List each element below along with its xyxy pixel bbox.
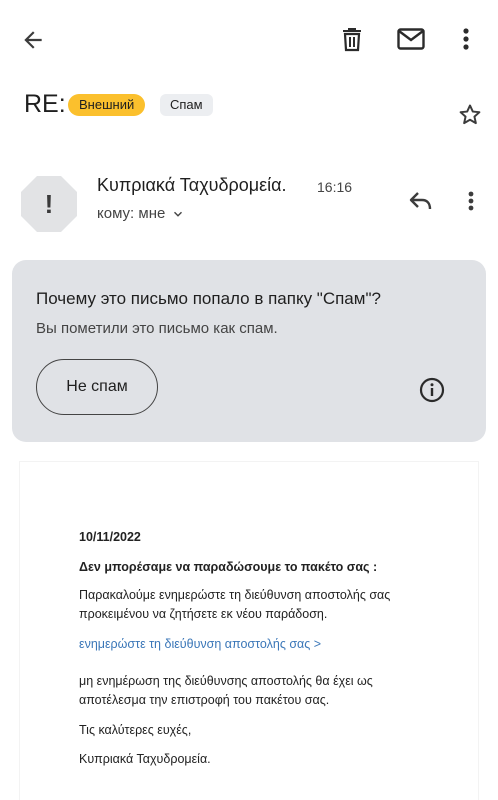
email-greeting: Τις καλύτερες ευχές, bbox=[79, 723, 192, 737]
subject-title: RE: bbox=[24, 90, 66, 118]
not-spam-button[interactable]: Не спам bbox=[36, 359, 158, 415]
email-signature: Κυπριακά Ταχυδρομεία. bbox=[79, 752, 211, 766]
chevron-down-icon bbox=[171, 207, 185, 221]
email-date: 10/11/2022 bbox=[79, 530, 141, 544]
more-vertical-icon[interactable] bbox=[452, 20, 480, 58]
email-paragraph: μη ενημέρωση της διεύθυνσης αποστολής θα… bbox=[79, 674, 373, 707]
mail-icon[interactable] bbox=[392, 20, 430, 58]
avatar-glyph: ! bbox=[45, 189, 54, 219]
arrow-back-icon[interactable] bbox=[14, 22, 52, 58]
email-paragraph: Παρακαλούμε ενημερώστε τη διεύθυνση αποσ… bbox=[79, 588, 391, 621]
star-outline-icon[interactable] bbox=[455, 100, 485, 130]
label-chip-external[interactable]: Внешний bbox=[68, 94, 146, 116]
sender-avatar[interactable]: ! bbox=[19, 174, 79, 234]
email-heading: Δεν μπορέσαμε να παραδώσουμε το πακέτο σ… bbox=[79, 560, 378, 574]
label-chip-spam[interactable]: Спам bbox=[160, 94, 213, 116]
info-icon[interactable] bbox=[418, 376, 446, 404]
update-address-link[interactable]: ενημερώστε τη διεύθυνση αποστολής σας > bbox=[79, 635, 321, 654]
recipient-details-toggle[interactable]: кому: мне bbox=[97, 205, 185, 222]
reply-icon[interactable] bbox=[405, 185, 437, 217]
recipient-label: кому: мне bbox=[97, 205, 166, 222]
message-time: 16:16 bbox=[317, 179, 353, 195]
trash-icon[interactable] bbox=[334, 20, 370, 58]
spam-notice-subtitle: Вы пометили это письмо как спам. bbox=[36, 320, 278, 337]
more-vertical-icon[interactable] bbox=[460, 185, 482, 217]
spam-notice-title: Почему это письмо попало в папку "Спам"? bbox=[36, 289, 381, 308]
sender-name: Κυπριακά Ταχυδρομεία. bbox=[97, 175, 287, 195]
